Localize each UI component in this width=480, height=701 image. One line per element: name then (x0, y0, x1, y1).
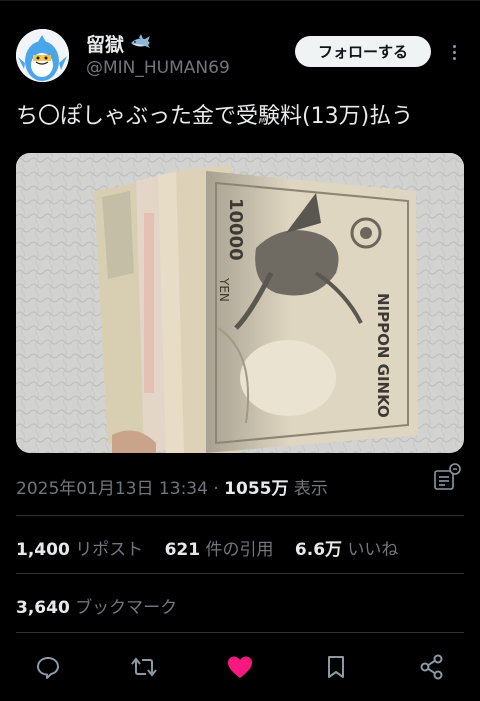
views-count: 1055万 (224, 479, 289, 499)
action-bar (0, 648, 480, 684)
more-options-icon[interactable] (444, 38, 464, 66)
svg-text:NIPPON GINKO: NIPPON GINKO (374, 293, 392, 418)
like-icon[interactable] (225, 652, 255, 682)
tweet-meta: 2025年01月13日 13:34 · 1055万 表示 (16, 474, 328, 499)
follow-button[interactable]: フォローする (295, 36, 431, 67)
share-icon[interactable] (417, 652, 447, 682)
avatar[interactable] (16, 29, 69, 82)
shark-emoji-icon (130, 33, 152, 54)
author-display-name[interactable]: 留獄 (86, 30, 124, 57)
reposts-count[interactable]: 1,400 (16, 540, 70, 560)
bookmarks-row: 3,640 ブックマーク (16, 593, 193, 618)
meta-separator: · (213, 479, 219, 499)
tweet-photo[interactable]: 10000 YEN NIPPON GINKO (16, 153, 464, 453)
svg-text:10000: 10000 (225, 198, 246, 261)
reply-icon[interactable] (33, 652, 63, 682)
views-label: 表示 (293, 479, 328, 499)
tweet-text: ち〇ぽしゃぶった金で受験料(13万)払う (16, 104, 414, 129)
reposts-label[interactable]: リポスト (75, 540, 143, 560)
author-handle[interactable]: @MIN_HUMAN69 (86, 58, 230, 78)
quotes-label[interactable]: 件の引用 (206, 540, 274, 560)
quotes-count[interactable]: 621 (165, 540, 201, 560)
bookmarks-label[interactable]: ブックマーク (75, 598, 177, 618)
stats-row: 1,400 リポスト 621 件の引用 6.6万 いいね (16, 535, 414, 560)
top-divider (0, 0, 480, 1)
likes-label[interactable]: いいね (347, 540, 398, 560)
divider (16, 632, 464, 633)
tweet-datetime[interactable]: 2025年01月13日 13:34 (16, 479, 208, 499)
divider (16, 515, 464, 516)
bookmarks-count[interactable]: 3,640 (16, 598, 70, 618)
analytics-icon[interactable] (432, 463, 462, 493)
retweet-icon[interactable] (129, 652, 159, 682)
divider (16, 573, 464, 574)
author-name-row[interactable]: 留獄 (86, 30, 152, 57)
bookmark-icon[interactable] (321, 652, 351, 682)
svg-text:YEN: YEN (217, 277, 231, 302)
likes-count[interactable]: 6.6万 (295, 540, 342, 560)
